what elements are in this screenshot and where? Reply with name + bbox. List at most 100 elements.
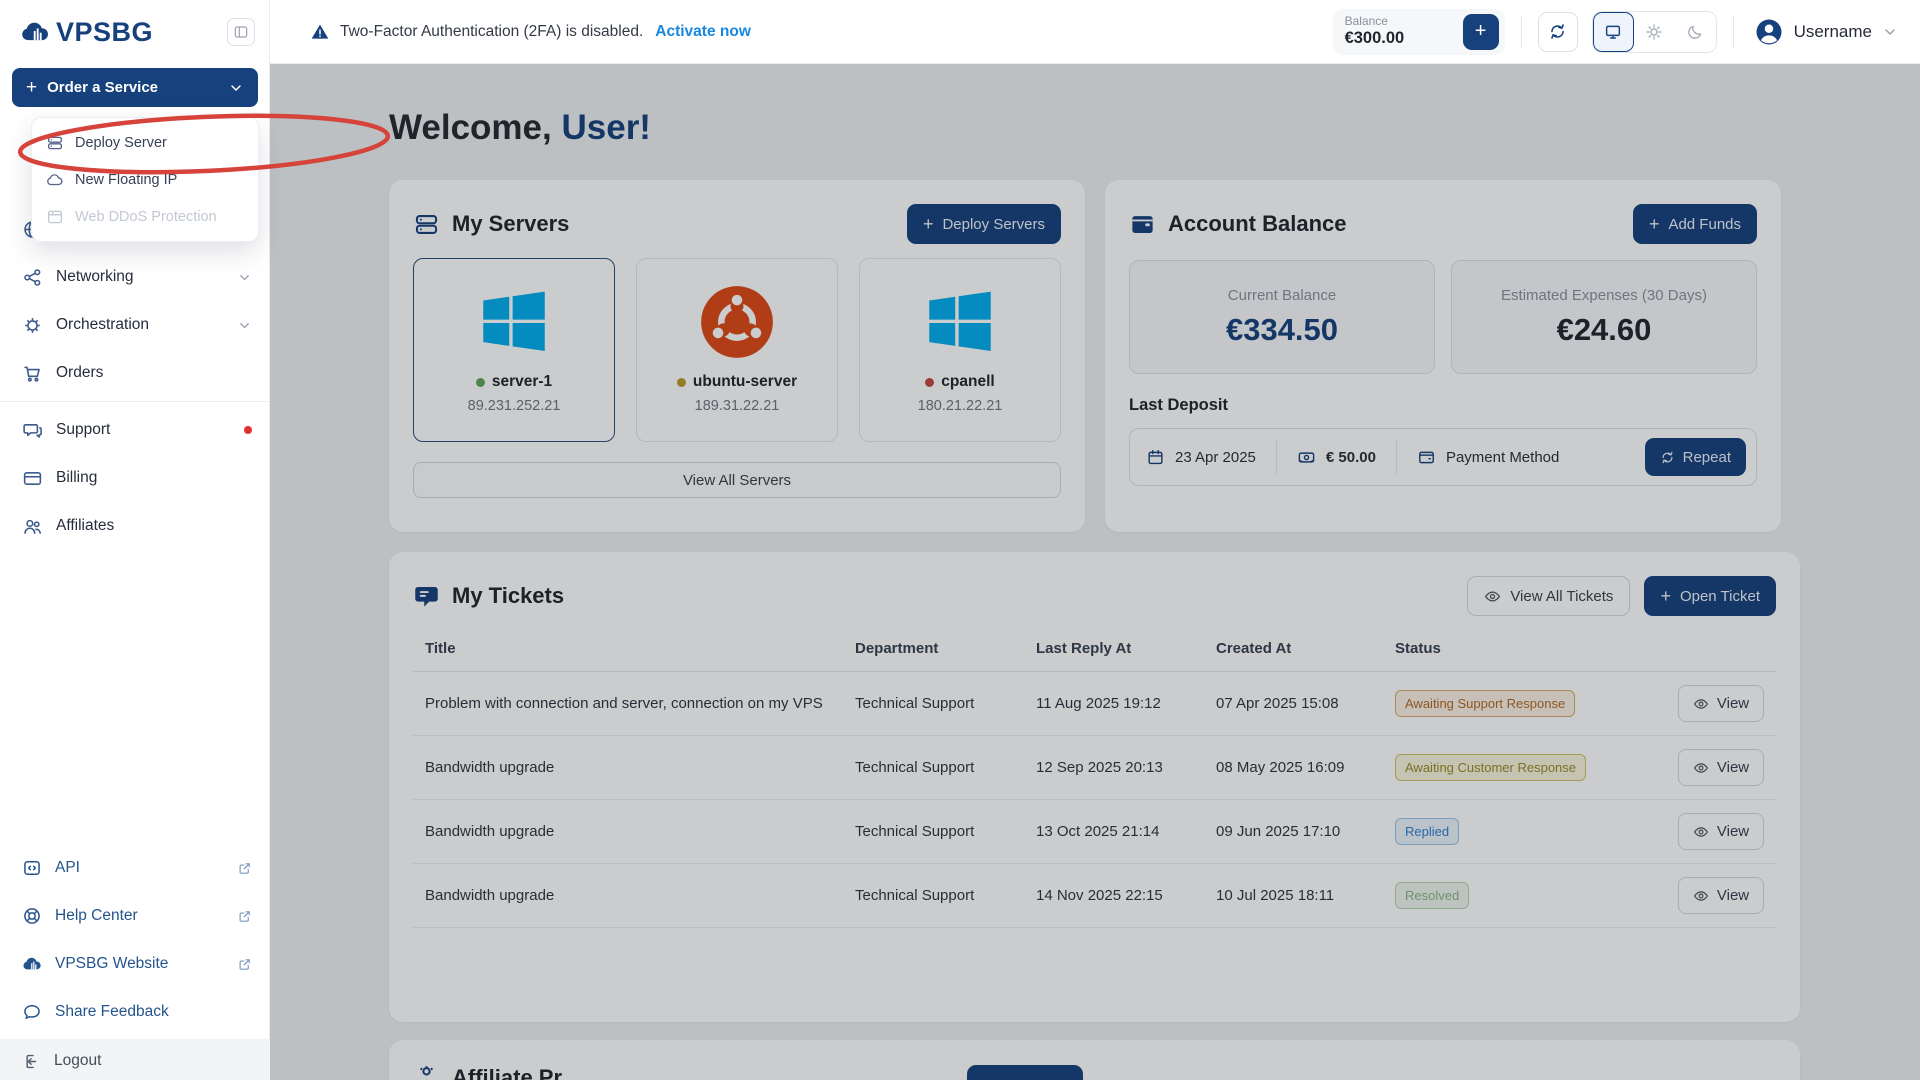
column-header-title: Title: [413, 626, 843, 672]
section-title: Account Balance: [1168, 211, 1347, 237]
sun-icon: [1645, 23, 1663, 41]
add-funds-button[interactable]: +Add Funds: [1633, 204, 1757, 244]
sidebar-item-label: Affiliates: [56, 517, 114, 535]
repeat-label: Repeat: [1683, 449, 1731, 466]
ticket-title: Problem with connection and server, conn…: [413, 672, 843, 736]
deposit-amount: € 50.00: [1297, 448, 1376, 467]
view-label: View: [1717, 759, 1749, 776]
activate-now-link[interactable]: Activate now: [655, 23, 751, 41]
sidebar-item-help-center[interactable]: Help Center: [0, 892, 270, 940]
content-area: Welcome, User! My Servers +Deploy Server…: [270, 64, 1920, 1080]
estimated-expenses-label: Estimated Expenses (30 Days): [1501, 287, 1707, 304]
cloud-icon: [46, 171, 64, 189]
windows-logo-icon: [473, 281, 555, 363]
plus-icon: +: [923, 214, 934, 235]
theme-light-button[interactable]: [1634, 12, 1675, 52]
ticket-department: Technical Support: [843, 864, 1024, 928]
sidebar-item-orders[interactable]: Orders: [0, 349, 270, 397]
theme-dark-button[interactable]: [1675, 12, 1716, 52]
section-title: My Servers: [452, 211, 569, 237]
menu-item-deploy-server[interactable]: Deploy Server: [32, 124, 258, 161]
banknote-icon: [1297, 448, 1316, 467]
repeat-deposit-button[interactable]: Repeat: [1645, 438, 1746, 476]
table-header-row: Title Department Last Reply At Created A…: [413, 626, 1776, 672]
code-icon: [22, 858, 42, 878]
external-link-icon: [237, 861, 252, 876]
balance-widget: Balance €300.00 +: [1333, 9, 1505, 55]
menu-item-label: Deploy Server: [75, 135, 167, 151]
sidebar-item-api[interactable]: API: [0, 844, 270, 892]
sidebar-item-vpsbg-website[interactable]: VPSBG Website: [0, 940, 270, 988]
my-tickets-header: My Tickets View All Tickets +Open Ticket: [413, 576, 1776, 616]
ticket-department: Technical Support: [843, 672, 1024, 736]
view-ticket-button[interactable]: View: [1678, 877, 1764, 914]
sidebar-item-label: Orders: [56, 364, 103, 382]
account-balance-header: Account Balance +Add Funds: [1129, 204, 1757, 244]
section-title: Affiliate Pr: [452, 1065, 562, 1080]
view-all-tickets-label: View All Tickets: [1510, 588, 1613, 605]
theme-system-button[interactable]: [1593, 12, 1634, 52]
sidebar: VPSBG + Order a Service Shared Hosting N…: [0, 0, 270, 1080]
server-ip: 89.231.252.21: [468, 398, 561, 414]
divider: [1276, 440, 1277, 474]
2fa-warning: Two-Factor Authentication (2FA) is disab…: [310, 22, 751, 42]
sidebar-item-networking[interactable]: Networking: [0, 253, 270, 301]
ticket-title: Bandwidth upgrade: [413, 736, 843, 800]
share-nodes-icon: [22, 267, 43, 288]
add-balance-button[interactable]: +: [1463, 14, 1499, 50]
ticket-created: 07 Apr 2025 15:08: [1204, 672, 1383, 736]
view-ticket-button[interactable]: View: [1678, 685, 1764, 722]
menu-item-label: New Floating IP: [75, 172, 177, 188]
account-balance-card: Account Balance +Add Funds Current Balan…: [1105, 180, 1781, 532]
chat-icon: [22, 420, 43, 441]
eye-icon: [1693, 824, 1709, 840]
deposit-date: 23 Apr 2025: [1146, 448, 1256, 467]
status-dot-offline: [925, 378, 934, 387]
sidebar-item-label: Billing: [56, 469, 97, 487]
view-all-tickets-button[interactable]: View All Tickets: [1467, 576, 1630, 616]
balance-label: Balance: [1345, 15, 1405, 29]
column-header-department: Department: [843, 626, 1024, 672]
server-card-cpanell[interactable]: cpanell 180.21.22.21: [859, 258, 1061, 442]
divider: [1396, 440, 1397, 474]
user-menu[interactable]: Username: [1754, 17, 1898, 47]
open-ticket-button[interactable]: +Open Ticket: [1644, 576, 1776, 616]
sidebar-item-affiliates[interactable]: Affiliates: [0, 502, 270, 550]
ticket-created: 10 Jul 2025 18:11: [1204, 864, 1383, 928]
current-balance-box: Current Balance €334.50: [1129, 260, 1435, 374]
sidebar-collapse-button[interactable]: [227, 18, 255, 46]
chevron-down-icon: [237, 270, 252, 285]
logout-icon: [22, 1052, 41, 1071]
refresh-icon: [1660, 450, 1675, 465]
view-ticket-button[interactable]: View: [1678, 813, 1764, 850]
view-all-servers-button[interactable]: View All Servers: [413, 462, 1061, 498]
deploy-servers-label: Deploy Servers: [942, 216, 1045, 233]
logout-button[interactable]: Logout: [0, 1039, 270, 1080]
table-row: Problem with connection and server, conn…: [413, 672, 1776, 736]
affiliate-action-button[interactable]: +: [967, 1065, 1083, 1080]
current-balance-value: €334.50: [1226, 312, 1338, 348]
refresh-button[interactable]: [1538, 12, 1578, 52]
sidebar-footer: API Help Center VPSBG Website Share Feed…: [0, 844, 270, 1080]
my-tickets-card: My Tickets View All Tickets +Open Ticket…: [389, 552, 1800, 1022]
sidebar-item-label: Networking: [56, 268, 134, 286]
sidebar-nav: Shared Hosting Networking Orchestration …: [0, 205, 270, 550]
plus-icon: +: [1660, 586, 1671, 607]
deploy-servers-button[interactable]: + Deploy Servers: [907, 204, 1061, 244]
ticket-department: Technical Support: [843, 736, 1024, 800]
server-card-ubuntu-server[interactable]: ubuntu-server 189.31.22.21: [636, 258, 838, 442]
menu-item-label: Web DDoS Protection: [75, 209, 217, 225]
order-a-service-button[interactable]: + Order a Service: [12, 68, 258, 107]
eye-icon: [1693, 760, 1709, 776]
menu-item-new-floating-ip[interactable]: New Floating IP: [32, 161, 258, 198]
welcome-username: User!: [561, 108, 650, 147]
view-ticket-button[interactable]: View: [1678, 749, 1764, 786]
sidebar-item-orchestration[interactable]: Orchestration: [0, 301, 270, 349]
sidebar-item-billing[interactable]: Billing: [0, 454, 270, 502]
sidebar-item-support[interactable]: Support: [0, 406, 270, 454]
server-name: ubuntu-server: [693, 373, 797, 391]
server-card-server-1[interactable]: server-1 89.231.252.21: [413, 258, 615, 442]
status-badge: Awaiting Support Response: [1395, 690, 1575, 717]
payment-method: Payment Method: [1417, 448, 1559, 467]
sidebar-item-share-feedback[interactable]: Share Feedback: [0, 988, 270, 1036]
